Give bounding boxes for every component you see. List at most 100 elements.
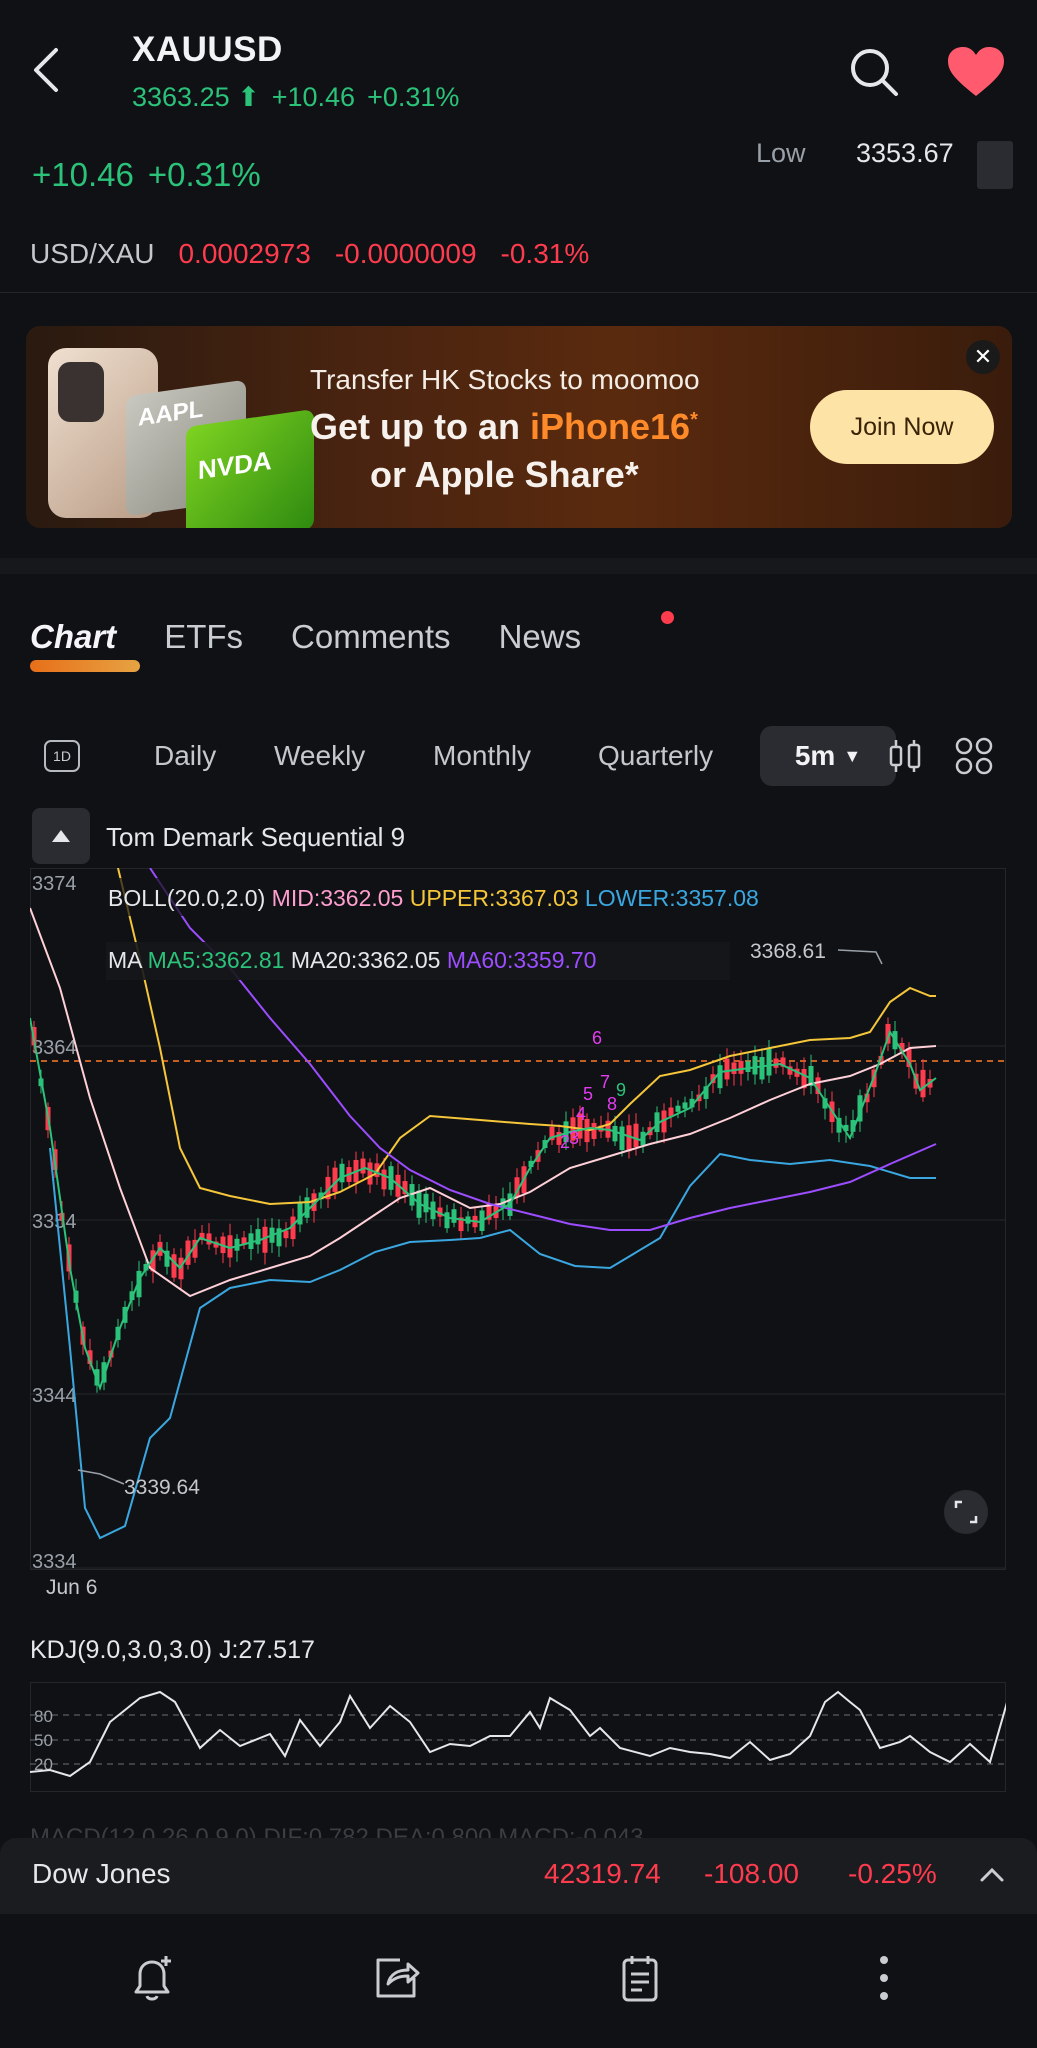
inverse-change: -0.0000009 <box>334 238 477 269</box>
price-alert-button[interactable] <box>126 1952 178 2004</box>
y-tick-label: 3364 <box>32 1037 77 1059</box>
kdj-line <box>29 1681 1031 1778</box>
more-button[interactable] <box>858 1952 910 2004</box>
low-label: Low <box>756 138 806 168</box>
header-change: +10.46 <box>271 82 356 112</box>
change-pct: +0.31% <box>147 156 261 193</box>
indicator-title: Tom Demark Sequential 9 <box>106 822 406 852</box>
kdj-tick: 50 <box>34 1731 53 1750</box>
candles <box>31 1017 933 1393</box>
inverse-price: 0.0002973 <box>178 238 311 269</box>
favorite-button[interactable] <box>946 46 1006 98</box>
candle <box>304 1197 310 1218</box>
candle <box>612 1125 618 1142</box>
candle <box>451 1209 457 1223</box>
candle <box>717 1065 723 1089</box>
notes-button[interactable] <box>614 1952 666 2004</box>
inverse-change-pct: -0.31% <box>500 238 590 269</box>
td-count: 7 <box>600 1072 610 1092</box>
period-quarterly[interactable]: Quarterly <box>598 740 713 772</box>
date-label: Jun 6 <box>46 1576 98 1599</box>
inverse-quote-row[interactable]: USD/XAU 0.0002973 -0.0000009 -0.31% <box>30 238 589 270</box>
chevron-left-icon <box>34 48 58 92</box>
share-button[interactable] <box>370 1952 422 2004</box>
more-vertical-icon <box>880 1956 888 2000</box>
tab-chart[interactable]: Chart <box>30 618 116 656</box>
join-now-button[interactable]: Join Now <box>810 390 994 464</box>
divider <box>0 292 1037 293</box>
symbol-title: XAUUSD <box>132 30 283 69</box>
period-5m-dropdown[interactable]: 5m ▼ <box>760 726 896 786</box>
candle <box>360 1158 366 1174</box>
header-price: 3363.25 ⬆ <box>132 82 260 112</box>
scrollbar[interactable] <box>977 141 1013 189</box>
tab-bar: Chart ETFs Comments News <box>30 618 629 656</box>
ticker-change-pct: -0.25% <box>848 1858 937 1889</box>
period-weekly[interactable]: Weekly <box>274 740 365 772</box>
candle <box>283 1230 289 1239</box>
tab-comments[interactable]: Comments <box>291 618 451 656</box>
section-divider <box>0 558 1037 574</box>
bell-plus-icon <box>134 1956 171 2001</box>
candlestick-type-button[interactable] <box>886 736 926 776</box>
close-banner-button[interactable]: ✕ <box>966 340 1000 374</box>
fullscreen-button <box>944 1490 988 1534</box>
kdj-tick: 80 <box>34 1707 53 1726</box>
tab-etfs[interactable]: ETFs <box>164 618 243 656</box>
heart-icon <box>948 47 1004 96</box>
indicator-collapse-button[interactable] <box>32 808 90 864</box>
ma-legend: MA MA5:3362.81 MA20:3362.05 MA60:3359.70 <box>108 947 596 973</box>
high-marker-line <box>837 949 883 965</box>
candle <box>381 1169 387 1190</box>
low-marker-line <box>77 1469 125 1485</box>
candle <box>752 1056 758 1075</box>
clipboard-icon <box>622 1956 658 2002</box>
td-count: 6 <box>592 1028 602 1048</box>
intraday-1d-button[interactable]: 1D <box>44 740 80 772</box>
price-chart[interactable]: 3374 3364 3354 3344 3334 6 7 5 8 4 9 3 2… <box>29 867 1006 1599</box>
period-monthly[interactable]: Monthly <box>433 740 531 772</box>
candle <box>591 1122 597 1139</box>
header-change-pct: +0.31% <box>367 82 460 112</box>
camera-image <box>58 362 104 422</box>
low-value: 3353.67 <box>856 138 954 168</box>
tab-news[interactable]: News <box>499 618 582 656</box>
period-selector: 1D Daily Weekly Monthly Quarterly 5m ▼ <box>30 726 1020 788</box>
search-icon <box>851 49 898 96</box>
caret-down-icon: ▼ <box>843 745 862 766</box>
candle <box>423 1193 429 1213</box>
kdj-frame <box>30 1682 1006 1792</box>
candle <box>332 1167 338 1192</box>
search-button[interactable] <box>848 46 900 98</box>
candle <box>262 1226 268 1253</box>
y-tick-label: 3374 <box>32 873 77 895</box>
header-quote: 3363.25 ⬆ +10.46 +0.31% <box>132 82 459 113</box>
candle <box>206 1233 212 1245</box>
period-daily[interactable]: Daily <box>154 740 216 772</box>
td-count: 4 <box>576 1104 586 1124</box>
period-5m-label: 5m <box>794 740 836 771</box>
y-tick-label: 3334 <box>32 1551 77 1570</box>
expand-ticker-button[interactable] <box>978 1862 1006 1886</box>
td-count: 2 <box>560 1132 570 1152</box>
back-button[interactable] <box>26 44 70 96</box>
candle <box>920 1069 926 1098</box>
banner-headline: Get up to an iPhone16* <box>310 406 698 447</box>
inverse-label: USD/XAU <box>30 238 155 269</box>
news-notification-dot <box>661 611 674 624</box>
promo-banner[interactable]: AAPL NVDA Transfer HK Stocks to moomoo G… <box>26 326 1012 528</box>
chevron-up-icon <box>980 1867 1004 1882</box>
index-ticker-bar[interactable]: Dow Jones 42319.74 -108.00 -0.25% <box>0 1838 1037 1914</box>
candle <box>766 1047 772 1076</box>
candle <box>633 1123 639 1148</box>
candle <box>255 1229 261 1245</box>
layout-grid-button[interactable] <box>954 736 994 776</box>
kdj-chart-svg: 80 50 20 <box>29 1681 1031 1792</box>
active-tab-indicator <box>30 660 140 672</box>
candle <box>731 1062 737 1074</box>
change-value: +10.46 <box>32 156 134 193</box>
candlestick-icon <box>889 740 921 772</box>
nvda-card: NVDA <box>186 409 314 528</box>
kdj-chart[interactable]: 80 50 20 <box>29 1681 1031 1792</box>
caret-up-icon <box>52 830 70 842</box>
